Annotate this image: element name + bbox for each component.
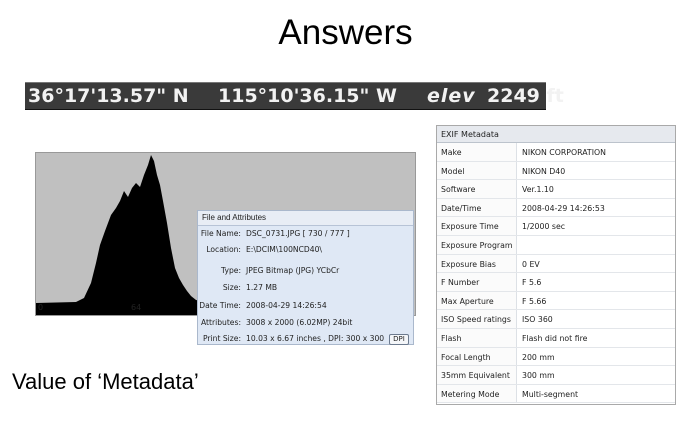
file-attribute-label: Print Size: — [202, 334, 241, 343]
exif-row-model[interactable]: Model NIKON D40 — [437, 161, 675, 181]
exif-row-flash[interactable]: Flash Flash did not fire — [437, 328, 675, 348]
file-attribute-value: JPEG Bitmap (JPG) YCbCr — [246, 266, 340, 275]
exif-key: Flash — [437, 328, 517, 347]
file-attribute-row: Type: JPEG Bitmap (JPG) YCbCr — [198, 266, 415, 280]
exif-key: F Number — [437, 273, 517, 291]
file-attribute-label: Type: — [221, 266, 241, 275]
file-attribute-value: 2008-04-29 14:26:54 — [246, 301, 327, 310]
exif-value: NIKON CORPORATION — [522, 148, 606, 157]
slide-caption: Value of ‘Metadata’ — [12, 369, 199, 394]
latitude-readout: 36°17'13.57" N — [28, 85, 189, 107]
gps-coordinate-bar: 36°17'13.57" N 115°10'36.15" W elev 2249… — [25, 82, 564, 110]
file-attribute-value: DSC_0731.JPG [ 730 / 777 ] — [246, 229, 350, 238]
dpi-button[interactable]: DPI — [389, 334, 409, 345]
exif-value — [519, 236, 675, 254]
file-attribute-row: Print Size: 10.03 x 6.67 inches , DPI: 3… — [198, 334, 415, 348]
exif-value: NIKON D40 — [522, 166, 566, 176]
file-attribute-row: Date Time: 2008-04-29 14:26:54 — [198, 301, 415, 315]
exif-key: Software — [437, 180, 517, 198]
exif-key: Date/Time — [437, 198, 517, 217]
exif-value: 200 mm — [522, 352, 555, 362]
exif-key: ISO Speed ratings — [437, 310, 517, 328]
exif-key: Max Aperture — [437, 291, 517, 310]
exif-metadata-header: EXIF Metadata — [437, 126, 675, 143]
file-attribute-row: Size: 1.27 MB — [198, 283, 415, 297]
exif-value: 1/2000 sec — [522, 222, 566, 232]
exif-row-f-number[interactable]: F Number F 5.6 — [437, 273, 675, 292]
file-attributes-header: File and Attributes — [198, 211, 413, 226]
histogram-tick-label: 64 — [131, 303, 142, 312]
slide-title: Answers — [278, 13, 413, 52]
elevation-readout: 2249 ft — [487, 85, 564, 107]
file-attribute-label: Date Time: — [199, 301, 241, 310]
file-attribute-value: 3008 x 2000 (6.02MP) 24bit — [246, 318, 353, 327]
exif-value: ISO 360 — [522, 315, 553, 325]
exif-value: 0 EV — [522, 259, 540, 269]
exif-key: Exposure Program — [437, 235, 517, 254]
exif-key: Model — [437, 161, 517, 180]
exif-key: Focal Length — [437, 347, 517, 366]
histogram-axis: 0 64 — [35, 302, 195, 316]
exif-row-exposure-program[interactable]: Exposure Program — [437, 235, 675, 255]
file-attribute-label: File Name: — [200, 229, 241, 238]
exif-row-focal-length[interactable]: Focal Length 200 mm — [437, 347, 675, 367]
exif-value: 2008-04-29 14:26:53 — [522, 203, 605, 213]
exif-key: 35mm Equivalent — [437, 366, 517, 384]
file-attribute-row: File Name: DSC_0731.JPG [ 730 / 777 ] — [198, 229, 415, 243]
exif-key: Exposure Bias — [437, 254, 517, 273]
longitude-readout: 115°10'36.15" W — [218, 85, 397, 107]
file-attribute-label: Location: — [206, 245, 241, 254]
exif-row-exposure-bias[interactable]: Exposure Bias 0 EV — [437, 254, 675, 274]
exif-key: Exposure Time — [437, 217, 517, 235]
exif-value: F 5.6 — [522, 278, 542, 288]
exif-row-metering-mode[interactable]: Metering Mode Multi-segment — [437, 384, 675, 404]
exif-row-make[interactable]: Make NIKON CORPORATION — [437, 143, 675, 162]
file-attributes-panel: File and Attributes File Name: DSC_0731.… — [197, 210, 414, 345]
exif-value: Ver.1.10 — [522, 185, 554, 195]
histogram-bars — [36, 155, 216, 315]
exif-value: 300 mm — [522, 371, 555, 381]
file-attribute-row: Attributes: 3008 x 2000 (6.02MP) 24bit — [198, 318, 415, 332]
exif-row-software[interactable]: Software Ver.1.10 — [437, 180, 675, 199]
elevation-label: elev — [427, 85, 476, 107]
file-attribute-label: Attributes: — [200, 318, 241, 327]
file-attribute-value: 1.27 MB — [246, 283, 278, 292]
histogram-tick-label: 0 — [38, 303, 44, 312]
file-attribute-value: E:\DCIM\100NCD40\ — [246, 245, 322, 254]
file-attribute-value: 10.03 x 6.67 inches , DPI: 300 x 300 — [246, 334, 385, 343]
exif-key: Make — [437, 143, 517, 161]
exif-row-exposure-time[interactable]: Exposure Time 1/2000 sec — [437, 217, 675, 236]
exif-row-max-aperture[interactable]: Max Aperture F 5.66 — [437, 291, 675, 311]
exif-row-date-time[interactable]: Date/Time 2008-04-29 14:26:53 — [437, 198, 675, 218]
exif-value: Multi-segment — [522, 389, 579, 399]
exif-value: Flash did not fire — [522, 333, 588, 343]
exif-row-iso-speed[interactable]: ISO Speed ratings ISO 360 — [437, 310, 675, 329]
exif-value: F 5.66 — [522, 296, 547, 306]
exif-metadata-panel: EXIF Metadata Make NIKON CORPORATION Mod… — [436, 125, 676, 405]
exif-row-35mm-equivalent[interactable]: 35mm Equivalent 300 mm — [437, 366, 675, 385]
exif-key: Metering Mode — [437, 384, 517, 403]
file-attribute-label: Size: — [222, 283, 241, 292]
file-attribute-row: Location: E:\DCIM\100NCD40\ — [198, 245, 415, 259]
